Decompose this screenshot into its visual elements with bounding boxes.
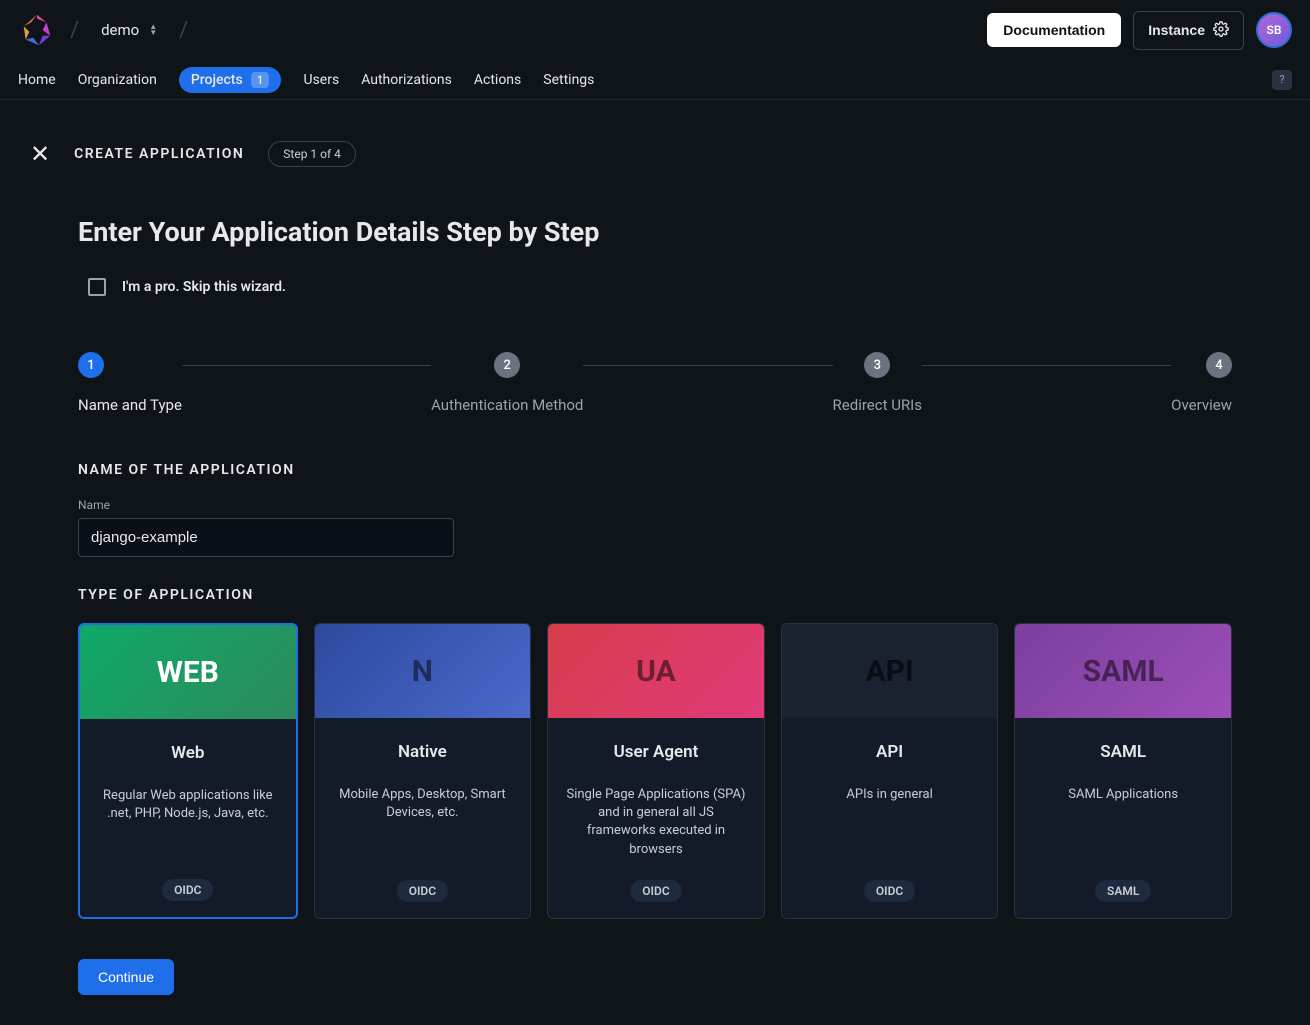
- card-desc-saml: SAML Applications: [1029, 786, 1217, 864]
- step-2-label: Authentication Method: [431, 396, 583, 414]
- card-title-saml: SAML: [1029, 742, 1217, 762]
- step-3-label: Redirect URIs: [833, 396, 922, 414]
- page-title: Enter Your Application Details Step by S…: [78, 216, 1232, 248]
- step-1-circle[interactable]: 1: [78, 352, 104, 378]
- nav-projects[interactable]: Projects 1: [179, 67, 282, 93]
- nav-home[interactable]: Home: [18, 72, 56, 88]
- nav-projects-badge: 1: [251, 72, 270, 88]
- breadcrumb-separator: /: [70, 18, 79, 43]
- card-tag-ua: OIDC: [630, 880, 681, 902]
- name-field-label: Name: [78, 498, 1232, 512]
- continue-button[interactable]: Continue: [78, 959, 174, 995]
- org-name: demo: [101, 21, 139, 39]
- nav-projects-label: Projects: [191, 72, 243, 88]
- card-desc-api: APIs in general: [796, 786, 984, 864]
- card-tag-web: OIDC: [162, 879, 213, 901]
- nav-settings[interactable]: Settings: [543, 72, 594, 88]
- help-button[interactable]: ?: [1272, 70, 1292, 90]
- card-header-web: WEB: [80, 625, 296, 719]
- step-2-circle[interactable]: 2: [494, 352, 520, 378]
- page-crumb: CREATE APPLICATION: [74, 146, 244, 162]
- logo[interactable]: [18, 11, 56, 49]
- section-type-title: TYPE OF APPLICATION: [78, 587, 1232, 603]
- step-4-label: Overview: [1171, 396, 1232, 414]
- nav-actions[interactable]: Actions: [474, 72, 521, 88]
- section-name-title: NAME OF THE APPLICATION: [78, 462, 1232, 478]
- close-icon[interactable]: ✕: [30, 140, 50, 168]
- card-title-native: Native: [329, 742, 517, 762]
- nav-organization[interactable]: Organization: [78, 72, 157, 88]
- card-header-api: API: [782, 624, 998, 718]
- instance-button[interactable]: Instance: [1133, 11, 1244, 50]
- card-tag-saml: SAML: [1095, 880, 1151, 902]
- breadcrumb-separator: /: [179, 18, 188, 43]
- card-desc-web: Regular Web applications like .net, PHP,…: [94, 787, 282, 863]
- documentation-button[interactable]: Documentation: [987, 13, 1121, 47]
- app-type-card-web[interactable]: WEB Web Regular Web applications like .n…: [78, 623, 298, 919]
- card-header-saml: SAML: [1015, 624, 1231, 718]
- step-3-circle[interactable]: 3: [864, 352, 890, 378]
- step-4-circle[interactable]: 4: [1206, 352, 1232, 378]
- card-title-web: Web: [94, 743, 282, 763]
- step-indicator: Step 1 of 4: [268, 141, 356, 167]
- nav-users[interactable]: Users: [303, 72, 339, 88]
- app-type-card-native[interactable]: N Native Mobile Apps, Desktop, Smart Dev…: [314, 623, 532, 919]
- avatar[interactable]: SB: [1256, 12, 1292, 48]
- app-type-card-api[interactable]: API API APIs in general OIDC: [781, 623, 999, 919]
- stepper: 1 Name and Type 2 Authentication Method …: [78, 352, 1232, 414]
- app-type-card-user-agent[interactable]: UA User Agent Single Page Applications (…: [547, 623, 765, 919]
- card-title-api: API: [796, 742, 984, 762]
- card-header-ua: UA: [548, 624, 764, 718]
- card-header-native: N: [315, 624, 531, 718]
- card-tag-api: OIDC: [864, 880, 915, 902]
- card-title-ua: User Agent: [562, 742, 750, 762]
- org-selector[interactable]: demo ▲▼: [93, 17, 165, 43]
- app-type-card-saml[interactable]: SAML SAML SAML Applications SAML: [1014, 623, 1232, 919]
- card-desc-ua: Single Page Applications (SPA) and in ge…: [562, 786, 750, 864]
- name-input[interactable]: [78, 518, 454, 557]
- nav-authorizations[interactable]: Authorizations: [361, 72, 452, 88]
- step-1-label: Name and Type: [78, 396, 182, 414]
- gear-icon: [1213, 21, 1229, 40]
- skip-wizard-checkbox[interactable]: [88, 278, 106, 296]
- card-tag-native: OIDC: [397, 880, 448, 902]
- instance-label: Instance: [1148, 22, 1205, 38]
- skip-wizard-label: I'm a pro. Skip this wizard.: [122, 279, 286, 295]
- card-desc-native: Mobile Apps, Desktop, Smart Devices, etc…: [329, 786, 517, 864]
- chevron-up-down-icon: ▲▼: [149, 24, 157, 36]
